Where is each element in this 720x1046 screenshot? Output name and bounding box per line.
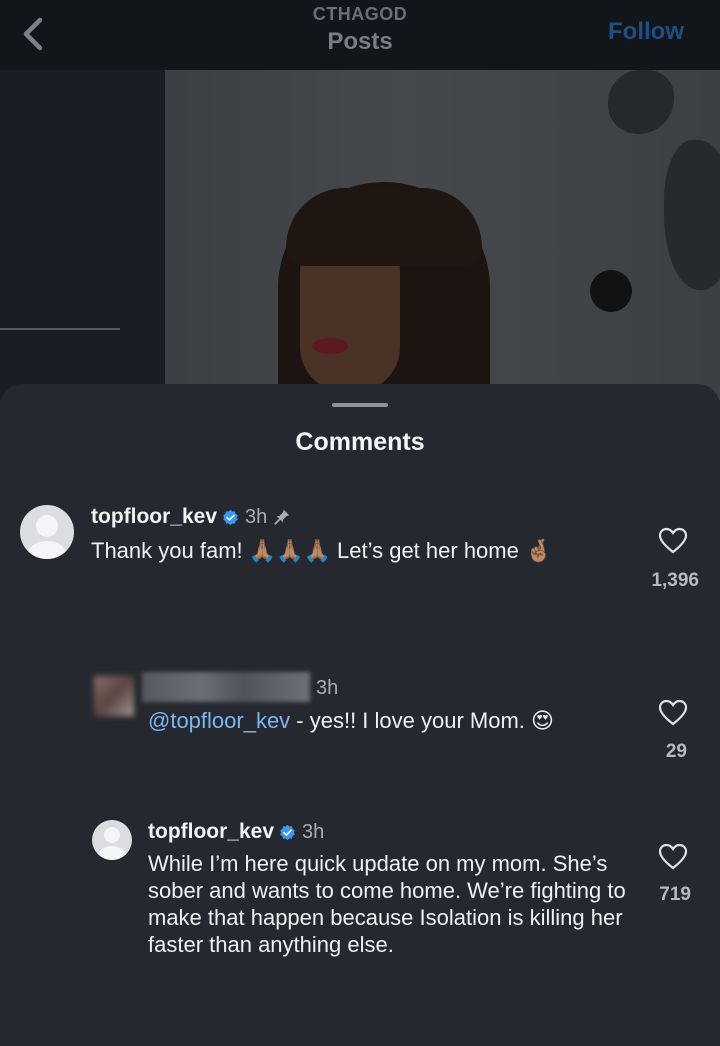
comment-meta: 3h bbox=[310, 677, 338, 700]
like-heart-icon[interactable] bbox=[658, 527, 688, 555]
comment-time: 3h bbox=[316, 677, 339, 699]
like-count: 1,396 bbox=[651, 570, 699, 591]
comment-text: While I’m here quick update on my mom. S… bbox=[148, 851, 626, 957]
avatar[interactable] bbox=[94, 676, 134, 716]
like-count: 719 bbox=[659, 884, 691, 905]
video-frame-edge bbox=[0, 328, 120, 330]
video-subject-mouth bbox=[312, 338, 348, 354]
sheet-drag-handle[interactable] bbox=[332, 403, 388, 407]
video-subject-bangs bbox=[286, 188, 482, 266]
verified-badge-icon bbox=[280, 824, 295, 840]
comment-time: 3h bbox=[302, 820, 325, 843]
video-player[interactable] bbox=[0, 70, 720, 400]
video-curtain bbox=[0, 70, 165, 400]
comment-username[interactable]: topfloor_kev bbox=[148, 820, 274, 844]
comment-time: 3h bbox=[245, 505, 268, 528]
comment-meta: topfloor_kev 3h bbox=[91, 505, 291, 529]
top-nav-bar: CTHAGOD Posts Follow bbox=[0, 0, 720, 70]
comments-title: Comments bbox=[295, 428, 425, 456]
avatar[interactable] bbox=[20, 505, 74, 559]
comment-username[interactable]: topfloor_kev bbox=[91, 505, 217, 529]
comment-text: @topfloor_kev - yes!! I love your Mom. 😍 bbox=[148, 707, 628, 734]
mention-link[interactable]: @topfloor_kev bbox=[148, 708, 290, 733]
wall-decoration bbox=[590, 270, 632, 312]
comment-meta: topfloor_kev 3h bbox=[148, 820, 324, 844]
pin-icon bbox=[274, 509, 290, 525]
verified-badge-icon bbox=[223, 509, 238, 525]
comment-username bbox=[142, 672, 310, 702]
comment-body: - yes!! I love your Mom. 😍 bbox=[290, 708, 554, 733]
follow-button[interactable]: Follow bbox=[608, 18, 684, 46]
like-heart-icon[interactable] bbox=[658, 699, 688, 727]
like-count: 29 bbox=[665, 741, 687, 762]
avatar[interactable] bbox=[92, 820, 132, 860]
comment-text: Thank you fam! 🙏🏽🙏🏽🙏🏽 Let’s get her home… bbox=[91, 538, 553, 563]
like-heart-icon[interactable] bbox=[658, 843, 688, 871]
